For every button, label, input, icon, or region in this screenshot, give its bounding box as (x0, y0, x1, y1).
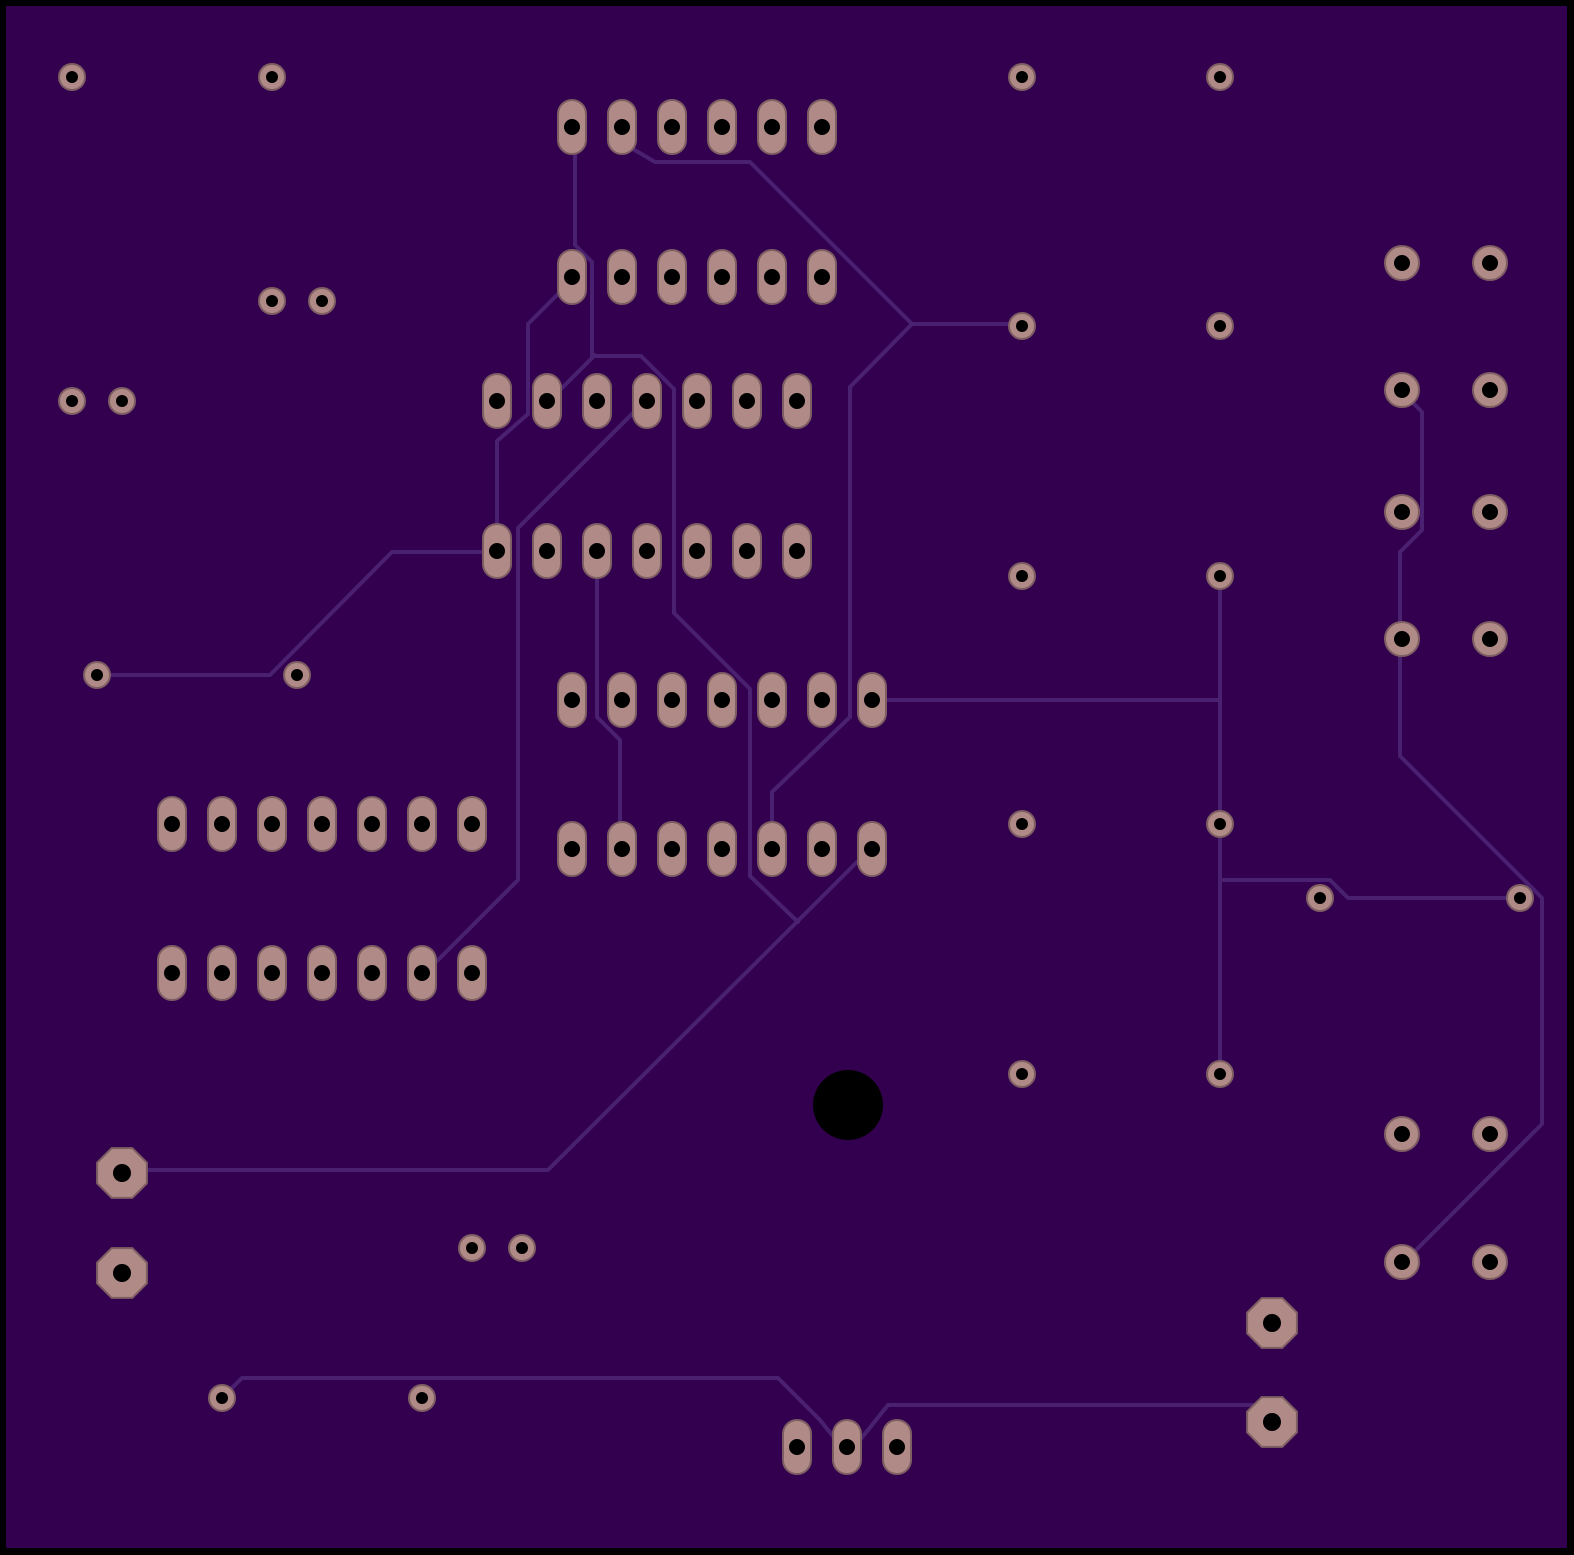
drill-hole (1016, 71, 1028, 83)
drill-hole (1482, 382, 1498, 398)
drill-hole (689, 393, 705, 409)
drill-hole (516, 1242, 528, 1254)
drill-hole (864, 692, 880, 708)
drill-hole (489, 543, 505, 559)
drill-hole (589, 543, 605, 559)
drill-hole (664, 841, 680, 857)
drill-hole (316, 295, 328, 307)
drill-hole (714, 692, 730, 708)
drill-hole (614, 692, 630, 708)
drill-hole (1263, 1413, 1281, 1431)
drill-hole (864, 841, 880, 857)
drill-hole (116, 395, 128, 407)
drill-hole (714, 269, 730, 285)
drill-hole (464, 816, 480, 832)
drill-hole (1016, 570, 1028, 582)
drill-hole (1214, 1068, 1226, 1080)
drill-hole (1214, 320, 1226, 332)
drill-hole (564, 692, 580, 708)
drill-hole (1514, 892, 1526, 904)
drill-hole (466, 1242, 478, 1254)
drill-hole (1314, 892, 1326, 904)
drill-hole (364, 965, 380, 981)
drill-hole (614, 269, 630, 285)
drill-hole (113, 1164, 131, 1182)
drill-hole (291, 669, 303, 681)
drill-hole (639, 543, 655, 559)
drill-hole (66, 395, 78, 407)
drill-hole (414, 816, 430, 832)
drill-hole (1482, 1126, 1498, 1142)
drill-hole (764, 692, 780, 708)
drill-hole (1482, 504, 1498, 520)
drill-hole (1394, 1254, 1410, 1270)
drill-hole (1394, 255, 1410, 271)
drill-hole (664, 692, 680, 708)
drill-hole (216, 1392, 228, 1404)
drill-hole (416, 1392, 428, 1404)
drill-hole (214, 816, 230, 832)
drill-hole (364, 816, 380, 832)
pcb-board (0, 0, 1573, 1554)
drill-hole (764, 841, 780, 857)
drill-hole (414, 965, 430, 981)
drill-hole (814, 119, 830, 135)
drill-hole (814, 841, 830, 857)
drill-hole (91, 669, 103, 681)
drill-hole (814, 692, 830, 708)
drill-hole (1016, 320, 1028, 332)
drill-hole (764, 269, 780, 285)
drill-hole (714, 119, 730, 135)
drill-hole (564, 841, 580, 857)
drill-hole (664, 269, 680, 285)
drill-hole (214, 965, 230, 981)
drill-hole (539, 393, 555, 409)
drill-hole (564, 119, 580, 135)
drill-hole (314, 816, 330, 832)
drill-hole (1394, 504, 1410, 520)
drill-hole (789, 393, 805, 409)
drill-hole (614, 841, 630, 857)
drill-hole (1394, 631, 1410, 647)
drill-hole (464, 965, 480, 981)
drill-hole (564, 269, 580, 285)
drill-hole (714, 841, 730, 857)
drill-hole (164, 816, 180, 832)
drill-hole (264, 816, 280, 832)
drill-hole (889, 1439, 905, 1455)
drill-hole (266, 71, 278, 83)
drill-hole (589, 393, 605, 409)
drill-hole (113, 1264, 131, 1282)
drill-hole (489, 393, 505, 409)
drill-hole (789, 1439, 805, 1455)
drill-hole (1214, 570, 1226, 582)
drill-hole (739, 543, 755, 559)
drill-hole (614, 119, 630, 135)
drill-hole (814, 269, 830, 285)
drill-hole (164, 965, 180, 981)
drill-hole (839, 1439, 855, 1455)
mounting-hole (813, 1070, 883, 1140)
drill-hole (1482, 1254, 1498, 1270)
drill-hole (1263, 1314, 1281, 1332)
drill-hole (789, 543, 805, 559)
drill-hole (539, 543, 555, 559)
drill-hole (739, 393, 755, 409)
drill-hole (264, 965, 280, 981)
drill-hole (1214, 818, 1226, 830)
drill-hole (689, 543, 705, 559)
drill-hole (639, 393, 655, 409)
drill-hole (1482, 255, 1498, 271)
drill-hole (1016, 1068, 1028, 1080)
drill-hole (1214, 71, 1226, 83)
drill-hole (764, 119, 780, 135)
drill-hole (1482, 631, 1498, 647)
drill-hole (1394, 1126, 1410, 1142)
drill-hole (1394, 382, 1410, 398)
drill-hole (266, 295, 278, 307)
drill-hole (66, 71, 78, 83)
drill-hole (314, 965, 330, 981)
drill-hole (664, 119, 680, 135)
drill-hole (1016, 818, 1028, 830)
